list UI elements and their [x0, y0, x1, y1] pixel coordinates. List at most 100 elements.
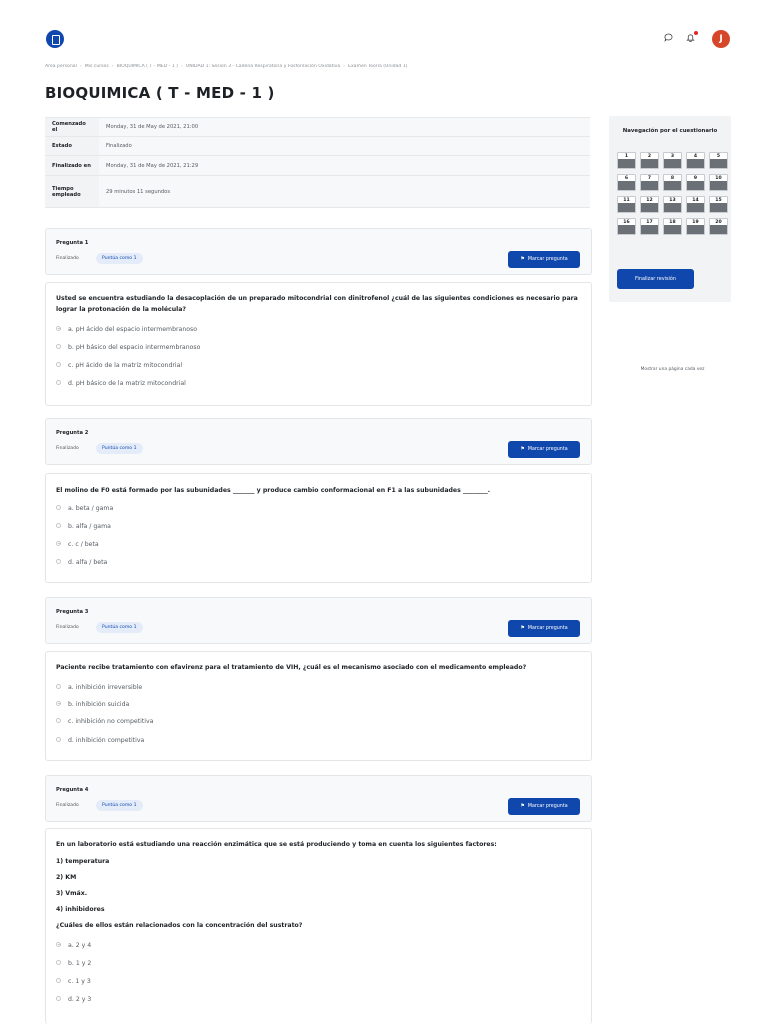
quiz-nav-button[interactable]: 3: [663, 152, 682, 169]
quiz-nav-button[interactable]: 10: [709, 174, 728, 191]
quiz-nav-button[interactable]: 13: [663, 196, 682, 213]
flag-icon: ⚑: [520, 803, 525, 809]
quiz-nav-button[interactable]: 5: [709, 152, 728, 169]
radio-button[interactable]: [56, 995, 61, 1001]
radio-button[interactable]: [56, 379, 61, 385]
breadcrumb-item[interactable]: BIOQUIMICA ( T - MED - 1 ): [117, 64, 178, 69]
summary-label: Tiempo empleado: [45, 175, 99, 208]
radio-button[interactable]: [56, 343, 61, 349]
quiz-nav-button[interactable]: 16: [617, 218, 636, 235]
question-info-1: Pregunta 1 Finalizado Puntúa como 1 ⚑ Mar…: [45, 228, 592, 275]
quiz-nav-button[interactable]: 18: [663, 218, 682, 235]
quiz-nav-button[interactable]: 14: [686, 196, 705, 213]
flag-question-button[interactable]: ⚑ Marcar pregunta: [508, 798, 580, 815]
quiz-nav-button[interactable]: 7: [640, 174, 659, 191]
question-number: Pregunta 3: [56, 609, 89, 615]
radio-button[interactable]: [56, 941, 61, 947]
question-state: Finalizado: [56, 446, 79, 451]
radio-button[interactable]: [56, 683, 61, 689]
question-state: Finalizado: [56, 625, 79, 630]
quiz-nav-button[interactable]: 2: [640, 152, 659, 169]
quiz-nav-button[interactable]: 20: [709, 218, 728, 235]
question-grade-badge: Puntúa como 1: [96, 443, 143, 454]
radio-button[interactable]: [56, 522, 61, 528]
radio-button[interactable]: [56, 504, 61, 510]
quiz-nav-button[interactable]: 4: [686, 152, 705, 169]
answer-option[interactable]: a. inhibición irreversible: [56, 683, 142, 693]
quiz-nav-status-bar: [710, 181, 727, 190]
answer-option[interactable]: d. inhibición competitiva: [56, 736, 144, 746]
flag-question-button[interactable]: ⚑ Marcar pregunta: [508, 620, 580, 637]
radio-button[interactable]: [56, 361, 61, 367]
radio-button[interactable]: [56, 717, 61, 723]
question-content-3: Paciente recibe tratamiento con efaviren…: [45, 651, 592, 761]
question-info-2: Pregunta 2 Finalizado Puntúa como 1 ⚑ Mar…: [45, 418, 592, 465]
quiz-nav-status-bar: [641, 203, 658, 212]
quiz-navigation-title: Navegación por el cuestionario: [622, 128, 718, 134]
answer-option[interactable]: a. beta / gama: [56, 504, 113, 514]
quiz-nav-status-bar: [618, 181, 635, 190]
flag-question-button[interactable]: ⚑ Marcar pregunta: [508, 441, 580, 458]
flag-question-label: Marcar pregunta: [527, 257, 568, 262]
answer-option[interactable]: c. 1 y 3: [56, 977, 91, 987]
radio-button[interactable]: [56, 959, 61, 965]
quiz-nav-button[interactable]: 15: [709, 196, 728, 213]
question-text: El molino de F0 está formado por las sub…: [56, 487, 491, 494]
radio-button[interactable]: [56, 558, 61, 564]
question-content-4: En un laboratorio está estudiando una re…: [45, 828, 592, 1024]
answer-option[interactable]: d. pH básico de la matriz mitocondrial: [56, 379, 186, 389]
answer-option[interactable]: b. alfa / gama: [56, 522, 111, 532]
moodle-logo-icon[interactable]: [46, 30, 64, 48]
summary-value: Finalizado: [99, 136, 590, 156]
answer-option[interactable]: c. c / beta: [56, 540, 99, 550]
flag-question-button[interactable]: ⚑ Marcar pregunta: [508, 251, 580, 268]
show-one-page-link[interactable]: Mostrar una página cada vez: [616, 363, 729, 377]
radio-button[interactable]: [56, 736, 61, 742]
chat-bubble-icon[interactable]: [664, 33, 673, 45]
answer-option[interactable]: a. 2 y 4: [56, 941, 91, 951]
answer-label: a. 2 y 4: [68, 942, 92, 949]
quiz-nav-button[interactable]: 8: [663, 174, 682, 191]
summary-row: Comenzado el Monday, 31 de May de 2021, …: [45, 117, 590, 137]
breadcrumb-item[interactable]: Mis cursos: [85, 64, 109, 69]
flag-icon: ⚑: [520, 625, 525, 631]
answer-option[interactable]: b. pH básico del espacio intermembranoso: [56, 343, 200, 353]
quiz-nav-button[interactable]: 19: [686, 218, 705, 235]
radio-button[interactable]: [56, 977, 61, 983]
quiz-nav-status-bar: [618, 203, 635, 212]
quiz-nav-button[interactable]: 1: [617, 152, 636, 169]
answer-option[interactable]: a. pH ácido del espacio intermembranoso: [56, 325, 197, 335]
answer-option[interactable]: c. inhibición no competitiva: [56, 717, 153, 727]
answer-option[interactable]: d. 2 y 3: [56, 995, 91, 1005]
question-text-line: 1) temperatura: [56, 858, 110, 865]
avatar[interactable]: J: [712, 30, 730, 48]
quiz-nav-button[interactable]: 9: [686, 174, 705, 191]
breadcrumb-item[interactable]: Área personal: [45, 64, 77, 69]
bell-icon[interactable]: [686, 33, 695, 45]
breadcrumb-item[interactable]: UNIDAD 1: Sesión 3 - Cadena Respiratoria…: [186, 64, 340, 69]
answer-label: d. pH básico de la matriz mitocondrial: [68, 380, 186, 387]
summary-value: Monday, 31 de May de 2021, 21:29: [99, 155, 590, 176]
quiz-nav-button[interactable]: 11: [617, 196, 636, 213]
answer-option[interactable]: b. 1 y 2: [56, 959, 91, 969]
quiz-nav-button[interactable]: 6: [617, 174, 636, 191]
answer-option[interactable]: b. inhibición suicida: [56, 700, 129, 710]
radio-button[interactable]: [56, 700, 61, 706]
breadcrumb-item[interactable]: Examen Teoría (Unidad 1): [348, 64, 407, 69]
radio-button[interactable]: [56, 325, 61, 331]
answer-option[interactable]: d. alfa / beta: [56, 558, 107, 568]
radio-button[interactable]: [56, 540, 61, 546]
question-state: Finalizado: [56, 803, 79, 808]
notification-dot: [694, 31, 698, 35]
attempt-summary-table: Comenzado el Monday, 31 de May de 2021, …: [45, 117, 590, 208]
breadcrumb-separator: ›: [79, 64, 82, 69]
flag-question-label: Marcar pregunta: [527, 447, 568, 452]
quiz-nav-button[interactable]: 12: [640, 196, 659, 213]
finish-review-button[interactable]: Finalizar revisión: [617, 269, 694, 289]
answer-option[interactable]: c. pH ácido de la matriz mitocondrial: [56, 361, 182, 371]
quiz-nav-button[interactable]: 17: [640, 218, 659, 235]
answer-label: b. alfa / gama: [68, 523, 111, 530]
answer-label: c. inhibición no competitiva: [68, 718, 154, 725]
quiz-nav-status-bar: [710, 203, 727, 212]
breadcrumb-separator: ›: [111, 64, 114, 69]
